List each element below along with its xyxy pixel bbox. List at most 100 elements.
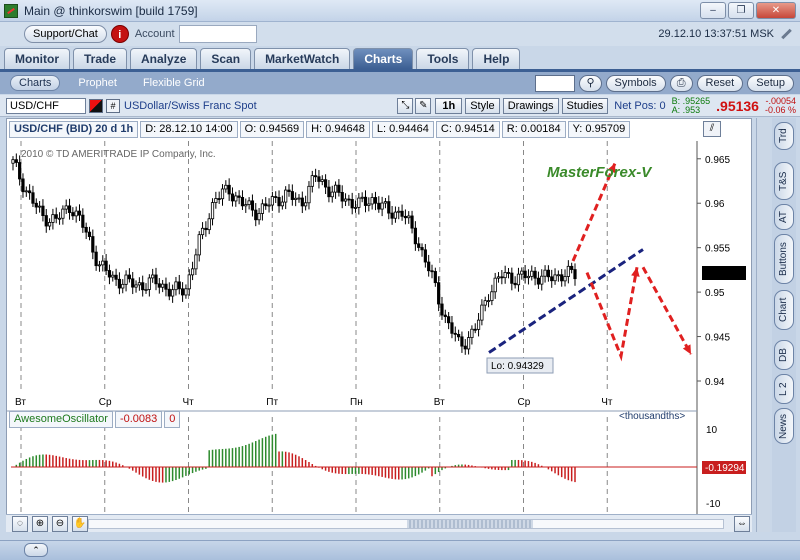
masterforex-annotation: MasterForex-V — [547, 164, 653, 181]
candle-body — [51, 214, 55, 223]
expand-icon[interactable]: ⇔ — [734, 516, 750, 532]
studies-button[interactable]: Studies — [561, 97, 609, 114]
candle-body — [543, 269, 547, 277]
symbol-input[interactable]: USD/CHF — [6, 97, 86, 114]
print-icon[interactable]: ⎙ — [669, 74, 693, 92]
tab-monitor[interactable]: Monitor — [4, 48, 70, 69]
candle-body — [430, 270, 434, 273]
candle-body — [270, 196, 274, 206]
candle-body — [403, 215, 408, 219]
candle-body — [57, 217, 62, 220]
candle-body — [357, 197, 361, 208]
setup-button[interactable]: Setup — [747, 74, 794, 92]
candle-body — [121, 283, 125, 289]
candle-body — [174, 281, 178, 291]
hash-icon[interactable]: # — [106, 98, 120, 113]
candle-body — [470, 328, 474, 338]
tab-tools[interactable]: Tools — [416, 48, 470, 69]
candle-body — [473, 328, 477, 331]
rail-tab-l2[interactable]: L 2 — [774, 374, 794, 404]
rail-tab-db[interactable]: DB — [774, 340, 794, 370]
reset-button[interactable]: Reset — [696, 74, 744, 92]
zoom-out-icon[interactable]: ⊖ — [52, 516, 68, 532]
candle-body — [18, 162, 22, 180]
candle-body — [54, 214, 58, 219]
close-button[interactable]: ✕ — [756, 2, 796, 19]
x-tick-label: Вт — [15, 397, 26, 408]
subtab-flexible-grid[interactable]: Flexible Grid — [135, 76, 213, 90]
candle-body — [397, 210, 401, 213]
pan-hand-icon[interactable]: ✋ — [72, 516, 88, 532]
last-price: .95136 — [716, 97, 759, 114]
timeframe-button[interactable]: 1h — [435, 97, 463, 114]
candle-body — [171, 289, 175, 297]
cursor-icon[interactable]: ⤡ — [397, 97, 414, 114]
account-field[interactable] — [178, 25, 257, 43]
x-tick-label: Вт — [434, 397, 445, 408]
color-link-icon[interactable] — [89, 98, 103, 113]
wrench-icon[interactable] — [780, 27, 794, 41]
tab-marketwatch[interactable]: MarketWatch — [254, 48, 351, 69]
tab-help[interactable]: Help — [472, 48, 521, 69]
window-title: Main @ thinkorswim [build 1759] — [24, 3, 198, 18]
candle-body — [91, 236, 95, 253]
minimize-button[interactable]: – — [700, 2, 726, 19]
tab-charts[interactable]: Charts — [353, 48, 414, 69]
chart-panel[interactable]: 0.965 0.96 0.955 0.95 0.945 0.94 Вт Ср Чт Пт Пн Вт… — [6, 118, 752, 532]
rail-tab-trd[interactable]: Trd — [774, 122, 794, 150]
trendline[interactable] — [488, 248, 644, 354]
candle-body — [333, 184, 338, 193]
restore-button[interactable]: ❐ — [728, 2, 754, 19]
symbol-description: USDollar/Swiss Franc Spot — [124, 99, 257, 112]
candle-body — [563, 276, 567, 282]
support-chat-button[interactable]: Support/Chat — [24, 25, 107, 43]
candle-body — [257, 213, 261, 221]
y-tick-label: 0.955 — [705, 244, 730, 255]
candle-body — [526, 275, 531, 279]
chart-settings-icon[interactable]: ⫽ — [703, 121, 721, 137]
candle-body — [340, 192, 344, 202]
main-tabs: Monitor Trade Analyze Scan MarketWatch C… — [4, 48, 521, 70]
rail-tab-ts[interactable]: T&S — [774, 162, 794, 200]
tab-scan[interactable]: Scan — [200, 48, 252, 69]
y-tick-label: 0.94 — [705, 377, 725, 388]
candle-body — [314, 175, 318, 178]
rail-tab-at[interactable]: AT — [774, 204, 794, 230]
candle-body — [294, 197, 298, 200]
zoom-in-icon[interactable]: ⊕ — [32, 516, 48, 532]
tab-trade[interactable]: Trade — [73, 48, 128, 69]
rail-tab-news[interactable]: News — [774, 408, 794, 444]
candle-body — [77, 210, 82, 216]
x-tick-label: Ср — [99, 397, 112, 408]
subtab-charts[interactable]: Charts — [10, 75, 61, 91]
candle-body — [536, 277, 541, 285]
scroll-track[interactable] — [88, 519, 724, 529]
chart-splitter[interactable] — [756, 118, 770, 532]
info-icon[interactable]: i — [110, 25, 129, 43]
candle-body — [247, 200, 251, 205]
oscillator-value: -0.0083 — [114, 411, 163, 428]
symbols-button[interactable]: Symbols — [605, 74, 666, 92]
candle-body — [277, 197, 281, 207]
zoom-fit-icon[interactable]: ◌ — [12, 516, 28, 532]
style-button[interactable]: Style — [465, 97, 500, 114]
chevron-up-icon[interactable]: ⌃ — [24, 543, 48, 557]
price-change: -.00054 -0.06 % — [765, 96, 796, 115]
subtab-prophet[interactable]: Prophet — [70, 76, 125, 90]
candle-body — [290, 191, 294, 200]
drawings-button[interactable]: Drawings — [502, 97, 559, 114]
window-controls: – ❐ ✕ — [700, 2, 796, 19]
candle-body — [81, 214, 85, 228]
rail-tab-chart[interactable]: Chart — [774, 290, 794, 330]
scroll-thumb[interactable] — [407, 520, 533, 528]
candle-body — [447, 316, 451, 324]
ohlc-info-strip: USD/CHF (BID) 20 d 1h D: 28.12.10 14:00 … — [9, 121, 632, 139]
tools-icon[interactable]: ✎ — [415, 97, 432, 114]
price-chart[interactable]: 0.965 0.96 0.955 0.95 0.945 0.94 Вт Ср Чт Пт Пн Вт… — [7, 119, 753, 533]
tab-analyze[interactable]: Analyze — [130, 48, 198, 69]
layout-selector[interactable] — [535, 74, 576, 92]
candle-body — [427, 261, 431, 272]
candle-body — [137, 282, 141, 286]
link-icon[interactable]: ⚲ — [579, 74, 602, 92]
rail-tab-buttons[interactable]: Buttons — [774, 234, 794, 284]
